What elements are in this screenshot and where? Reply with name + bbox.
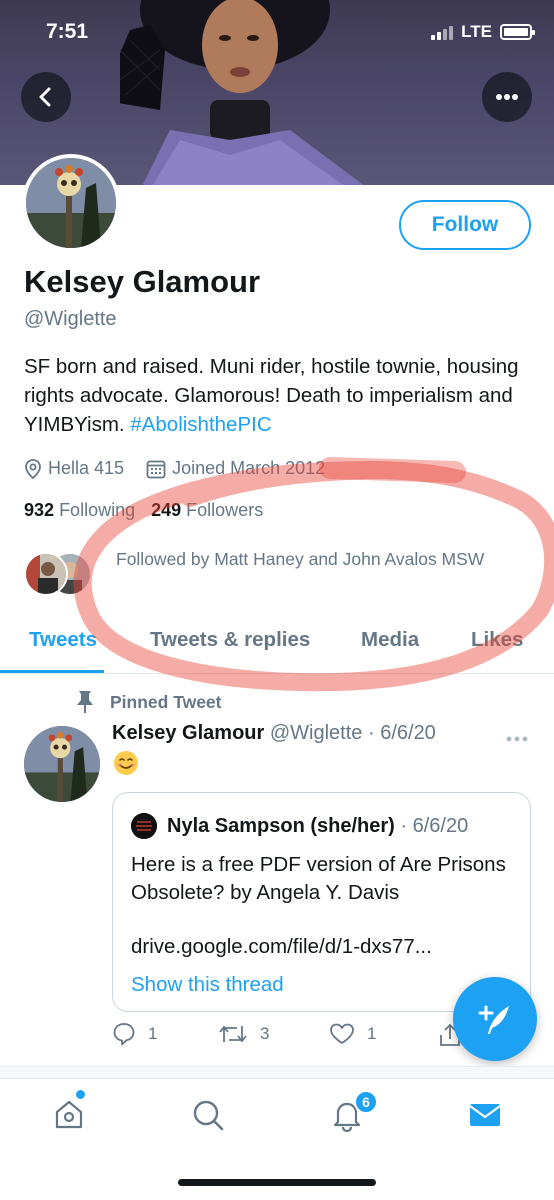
following-link[interactable]: 932 Following: [24, 500, 135, 521]
retweet-button[interactable]: 3: [218, 1022, 269, 1046]
home-new-content-dot: [76, 1090, 85, 1099]
tweet-more-button[interactable]: [506, 722, 528, 748]
bio-hashtag-link[interactable]: #AbolishthePIC: [130, 413, 271, 436]
follow-counts: 932 Following 249 Followers: [24, 500, 263, 521]
separator-dot: ·: [394, 814, 413, 837]
tab-media[interactable]: Media: [361, 628, 419, 652]
join-date-text: Joined March 2012: [172, 458, 326, 478]
tweet-author-handle: @Wiglette: [269, 722, 363, 744]
profile-meta: Hella 415 Joined March 2012: [24, 458, 347, 479]
profile-avatar[interactable]: [22, 154, 120, 252]
compose-feather-icon: [478, 1005, 509, 1034]
search-icon: [193, 1100, 224, 1131]
tweet-actions: 1 3 1: [112, 1022, 472, 1054]
home-indicator[interactable]: [178, 1179, 376, 1186]
signal-icon: [431, 24, 454, 40]
back-button[interactable]: [21, 72, 71, 122]
separator-dot: ·: [362, 722, 381, 744]
compose-tweet-button[interactable]: [453, 977, 537, 1061]
tweet-author-name[interactable]: Kelsey Glamour: [112, 722, 264, 744]
banner-photo: [120, 0, 364, 185]
status-time: 7:51: [46, 20, 89, 43]
followers-link[interactable]: 249 Followers: [151, 500, 263, 521]
more-options-button[interactable]: [482, 72, 532, 122]
heart-icon: [330, 1023, 354, 1044]
pin-icon: [77, 691, 93, 713]
join-date: Joined March 2012: [146, 458, 325, 479]
like-count: 1: [367, 1024, 377, 1043]
retweet-count: 3: [260, 1024, 270, 1043]
tweet-date: 6/6/20: [380, 722, 436, 744]
quoted-tweet[interactable]: Nyla Sampson (she/her) · 6/6/20 Here is …: [112, 792, 531, 1012]
profile-name: Kelsey Glamour: [24, 264, 261, 299]
search-tab[interactable]: [188, 1095, 228, 1135]
like-button[interactable]: 1: [329, 1022, 376, 1046]
ellipsis-icon: [506, 736, 528, 742]
status-indicators: LTE: [431, 22, 535, 42]
quoted-tweet-text: Here is a free PDF version of Are Prison…: [131, 853, 506, 904]
quoted-author-avatar: [131, 813, 157, 839]
tab-tweets-replies[interactable]: Tweets & replies: [150, 628, 310, 652]
battery-icon: [500, 24, 535, 40]
follow-button[interactable]: Follow: [399, 200, 531, 250]
network-label: LTE: [461, 22, 492, 41]
followed-by-text: Followed by Matt Haney and John Avalos M…: [116, 549, 485, 569]
mutual-avatar: [24, 552, 68, 596]
following-count: 932: [24, 500, 55, 520]
ellipsis-icon: [496, 94, 518, 100]
tweet-header: Kelsey Glamour @Wiglette · 6/6/20: [112, 722, 436, 745]
reply-count: 1: [148, 1024, 158, 1043]
following-label: Following: [59, 500, 136, 520]
tweet-author-avatar[interactable]: [24, 726, 100, 802]
followers-you-know-avatars: [24, 546, 104, 596]
section-divider: [0, 1066, 554, 1078]
location-text: Hella 415: [48, 458, 125, 478]
quoted-tweet-link[interactable]: drive.google.com/file/d/1-dxs77...: [131, 935, 432, 959]
profile-tabs: Tweets Tweets & replies Media Likes: [0, 622, 554, 674]
reply-button[interactable]: 1: [112, 1022, 157, 1046]
smiling-face-icon: [114, 751, 138, 775]
profile-handle: @Wiglette: [24, 308, 117, 330]
location: Hella 415: [24, 458, 124, 479]
home-icon: [55, 1100, 83, 1129]
show-thread-link[interactable]: Show this thread: [131, 973, 284, 997]
followers-label: Followers: [186, 500, 264, 520]
pinned-tweet-label: Pinned Tweet: [76, 690, 222, 714]
location-pin-icon: [25, 458, 41, 479]
followed-by[interactable]: Followed by Matt Haney and John Avalos M…: [24, 546, 506, 596]
avatar-image: [24, 726, 100, 802]
quoted-tweet-date: 6/6/20: [412, 814, 469, 837]
calendar-icon: [146, 460, 166, 478]
chevron-left-icon: [39, 87, 51, 107]
tab-likes[interactable]: Likes: [471, 628, 523, 652]
retweet-icon: [219, 1025, 247, 1043]
active-tab-indicator: [0, 670, 104, 673]
home-tab[interactable]: [49, 1095, 89, 1135]
reply-icon: [113, 1023, 135, 1046]
followers-count: 249: [151, 500, 182, 520]
avatar-image: [26, 158, 116, 248]
quoted-author-name: Nyla Sampson (she/her): [167, 814, 395, 837]
messages-tab[interactable]: [465, 1095, 505, 1135]
tab-tweets[interactable]: Tweets: [29, 628, 97, 652]
mail-icon: [469, 1104, 501, 1126]
profile-bio: SF born and raised. Muni rider, hostile …: [24, 352, 524, 439]
notifications-badge: 6: [354, 1090, 378, 1114]
quoted-tweet-header: Nyla Sampson (she/her) · 6/6/20: [131, 813, 468, 839]
